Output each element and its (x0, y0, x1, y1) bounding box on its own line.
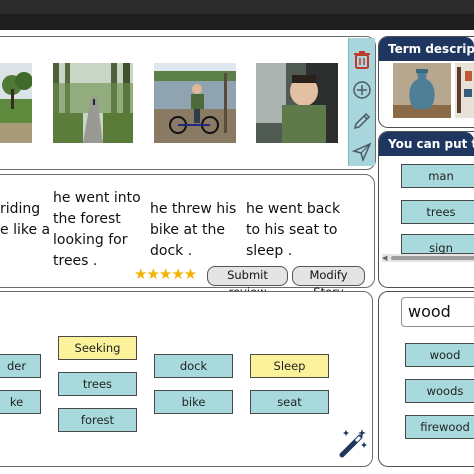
word-chip[interactable]: Seeking (58, 336, 137, 360)
search-result-chip[interactable]: wood (405, 343, 474, 367)
word-chip[interactable]: forest (58, 408, 137, 432)
word-chip[interactable]: der (0, 354, 41, 378)
modify-story-button[interactable]: Modify Story (292, 266, 365, 299)
word-chip[interactable]: dock (154, 354, 233, 378)
term-description-header: Term descriptio (379, 37, 474, 61)
search-result-chip[interactable]: firewood (405, 415, 474, 439)
suggested-term-chip[interactable]: sign (401, 234, 474, 255)
story-segment-3: he threw his bike at the dock . (150, 199, 236, 262)
story-line: e like a (0, 222, 51, 238)
photo-park[interactable] (0, 63, 32, 143)
term-image-vase (393, 63, 451, 118)
term-search-input[interactable]: wood (401, 297, 474, 327)
story-line: sleep . (246, 243, 293, 259)
word-chip[interactable]: seat (250, 390, 329, 414)
story-line: he went back (246, 201, 341, 217)
story-segment-4: he went back to his seat to sleep . (246, 199, 340, 262)
browser-top-bar (0, 0, 474, 30)
story-line: riding (0, 201, 41, 217)
story-line: the forest (53, 211, 121, 227)
story-line: trees . (53, 253, 98, 269)
term-image-shelf (455, 63, 474, 118)
browser-tab-strip (0, 0, 474, 14)
send-icon[interactable] (351, 142, 372, 163)
pencil-icon[interactable] (352, 111, 372, 131)
horizontal-scrollbar[interactable]: ◀ (382, 254, 474, 262)
star-rating[interactable]: ★★★★★ (134, 265, 197, 283)
word-chip[interactable]: ke (0, 390, 41, 414)
add-circle-icon[interactable] (352, 80, 372, 100)
photo-boy-sleeping-car[interactable] (256, 63, 338, 143)
submit-review-button[interactable]: Submit review (207, 266, 288, 299)
suggested-terms-header: You can put ter (379, 132, 474, 156)
word-chips-panel (0, 291, 373, 467)
word-chip[interactable]: Sleep (250, 354, 329, 378)
story-segment-2: he went into the forest looking for tree… (53, 188, 141, 272)
story-line: to his seat to (246, 222, 338, 238)
magic-wand-icon[interactable] (336, 427, 368, 459)
photo-forest-path[interactable] (53, 63, 133, 143)
story-segment-1: riding e like a (0, 199, 50, 241)
suggested-term-chip[interactable]: man (401, 164, 474, 188)
scrollbar-thumb[interactable] (391, 256, 474, 260)
word-chip[interactable]: bike (154, 390, 233, 414)
story-line: looking for (53, 232, 128, 248)
suggested-term-chip[interactable]: trees (401, 200, 474, 224)
photo-boy-bike-dock[interactable] (154, 63, 236, 143)
scroll-left-icon[interactable]: ◀ (382, 254, 387, 262)
word-chip[interactable]: trees (58, 372, 137, 396)
story-line: he went into (53, 190, 141, 206)
search-result-chip[interactable]: woods (405, 379, 474, 403)
story-line: bike at the (150, 222, 225, 238)
trash-icon[interactable] (352, 50, 372, 70)
story-line: he threw his (150, 201, 237, 217)
story-line: dock . (150, 243, 193, 259)
